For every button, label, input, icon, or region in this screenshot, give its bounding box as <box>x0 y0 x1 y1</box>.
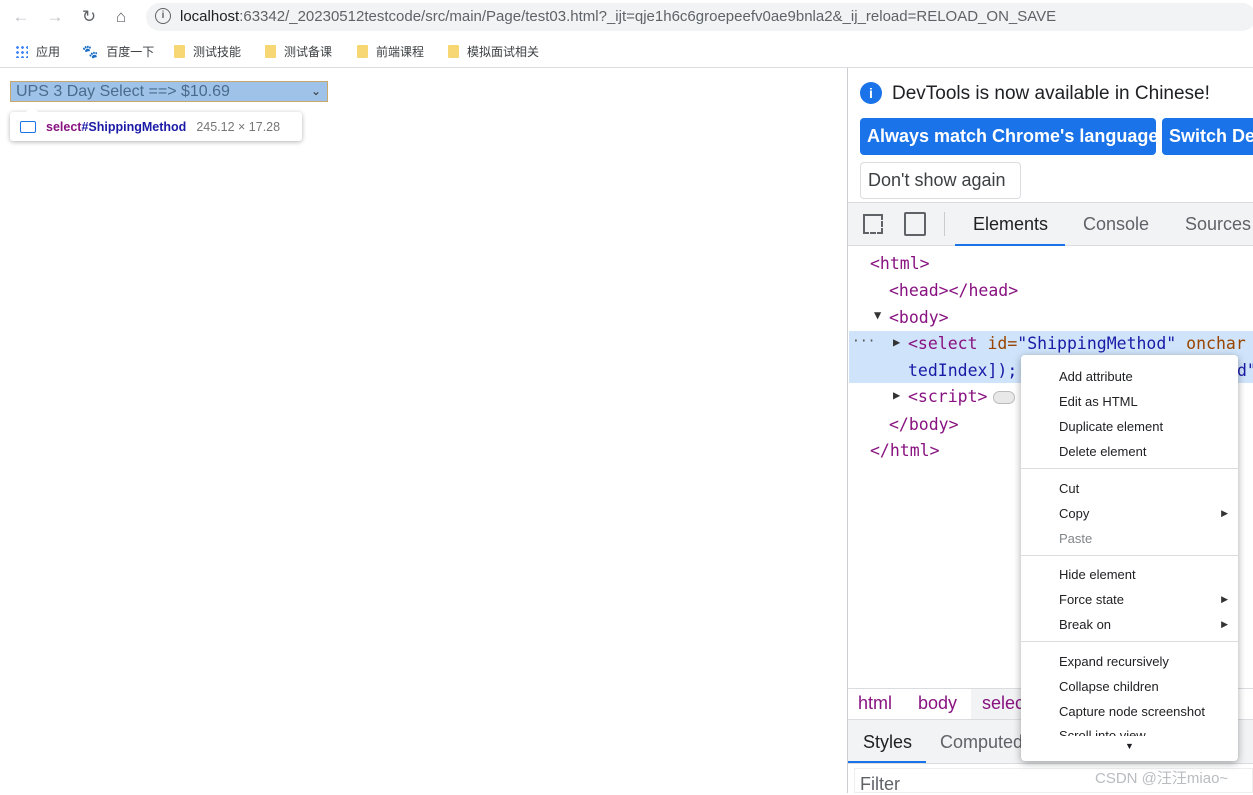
menu-paste: Paste <box>1059 531 1093 546</box>
folder-icon <box>174 45 185 58</box>
bookmark-label: 测试技能 <box>193 45 242 59</box>
menu-separator <box>1021 468 1238 469</box>
bookmark-apps[interactable]: 应用 <box>15 43 60 60</box>
back-icon[interactable]: ← <box>10 6 32 28</box>
menu-force-state[interactable]: Force state <box>1059 592 1124 607</box>
apps-grid-icon <box>15 45 28 58</box>
inspect-tooltip: select#ShippingMethod 245.12 × 17.28 <box>10 106 302 141</box>
attr-name: onchar <box>1176 334 1246 353</box>
dom-head[interactable]: <head></head> <box>889 281 1018 300</box>
menu-expand-recursively[interactable]: Expand recursively <box>1059 654 1169 669</box>
folder-icon <box>357 45 368 58</box>
element-grid-icon <box>20 120 36 133</box>
url-text[interactable]: localhost:63342/_20230512testcode/src/ma… <box>180 8 1056 25</box>
menu-capture-node-screenshot[interactable]: Capture node screenshot <box>1059 704 1205 719</box>
dom-script[interactable]: <script> <box>908 387 987 406</box>
menu-delete-element[interactable]: Delete element <box>1059 444 1146 459</box>
bookmark-label: 百度一下 <box>106 45 155 59</box>
tab-styles[interactable]: Styles <box>863 732 912 753</box>
dom-body-close[interactable]: </body> <box>889 415 959 434</box>
reload-icon[interactable]: ↻ <box>78 6 100 28</box>
breadcrumb-select[interactable]: selec <box>982 693 1024 714</box>
info-circle-icon: i <box>860 82 882 104</box>
menu-separator <box>1021 555 1238 556</box>
menu-collapse-children[interactable]: Collapse children <box>1059 679 1159 694</box>
switch-language-button[interactable]: Switch DevTools to Chinese <box>1162 118 1253 155</box>
menu-edit-as-html[interactable]: Edit as HTML <box>1059 394 1138 409</box>
dom-body-open[interactable]: <body> <box>889 308 949 327</box>
url-path: :63342/_20230512testcode/src/main/Page/t… <box>239 8 1057 25</box>
expand-triangle-icon[interactable]: ▼ <box>874 308 881 322</box>
dom-html-close[interactable]: </html> <box>870 441 940 460</box>
menu-cut[interactable]: Cut <box>1059 481 1079 496</box>
breadcrumb-body[interactable]: body <box>918 693 957 714</box>
tab-elements[interactable]: Elements <box>973 214 1048 235</box>
select-value: UPS 3 Day Select ==> $10.69 <box>16 83 230 100</box>
collapse-triangle-icon[interactable]: ▶ <box>893 388 900 402</box>
tooltip-id: #ShippingMethod <box>81 119 187 134</box>
baidu-paw-icon: 🐾 <box>82 43 99 59</box>
folder-icon <box>448 45 459 58</box>
device-toolbar-icon[interactable] <box>904 212 926 236</box>
forward-icon[interactable]: → <box>44 6 66 28</box>
menu-break-on[interactable]: Break on <box>1059 617 1111 632</box>
match-language-button[interactable]: Always match Chrome's language <box>860 118 1156 155</box>
dom-select-line2: tedIndex]); <box>908 361 1018 380</box>
menu-hide-element[interactable]: Hide element <box>1059 567 1136 582</box>
bookmark-folder-2[interactable]: 测试备课 <box>265 43 332 60</box>
bookmark-folder-3[interactable]: 前端课程 <box>357 43 424 60</box>
tooltip-size: 245.12 × 17.28 <box>196 119 281 134</box>
submenu-arrow-icon: ▶ <box>1221 594 1228 604</box>
tooltip-tag: select <box>46 119 82 134</box>
bookmark-label: 模拟面试相关 <box>467 45 540 59</box>
collapse-triangle-icon[interactable]: ▶ <box>893 335 900 349</box>
menu-duplicate-element[interactable]: Duplicate element <box>1059 419 1163 434</box>
submenu-arrow-icon: ▶ <box>1221 508 1228 518</box>
info-icon[interactable]: i <box>155 8 171 24</box>
inspect-element-icon[interactable] <box>863 214 883 234</box>
submenu-arrow-icon: ▶ <box>1221 619 1228 629</box>
menu-add-attribute[interactable]: Add attribute <box>1059 369 1133 384</box>
shipping-method-select[interactable]: UPS 3 Day Select ==> $10.69 ⌄ <box>10 81 328 102</box>
scroll-down-arrow-icon[interactable]: ▼ <box>1125 741 1134 751</box>
folder-icon <box>265 45 276 58</box>
collapsed-content-icon[interactable] <box>993 391 1015 404</box>
tab-computed[interactable]: Computed <box>940 732 1023 753</box>
attr-name: id= <box>977 334 1018 353</box>
menu-copy[interactable]: Copy <box>1059 506 1089 521</box>
breadcrumb-html[interactable]: html <box>858 693 892 714</box>
context-menu: Add attribute Edit as HTML Duplicate ele… <box>1021 355 1238 761</box>
tooltip-selector: select#ShippingMethod <box>46 120 186 134</box>
menu-separator <box>1021 641 1238 642</box>
bookmark-folder-1[interactable]: 测试技能 <box>174 43 241 60</box>
tab-sources[interactable]: Sources <box>1185 214 1251 235</box>
active-tab-indicator <box>848 761 926 763</box>
bookmark-baidu[interactable]: 🐾 百度一下 <box>82 43 154 60</box>
dom-html-open[interactable]: <html> <box>870 254 930 273</box>
divider <box>944 212 945 236</box>
dom-select-line2-end: d" <box>1237 361 1253 380</box>
active-tab-indicator <box>955 244 1065 246</box>
dont-show-again-button[interactable]: Don't show again <box>860 162 1021 199</box>
menu-scroll-into-view[interactable]: Scroll into view <box>1059 728 1146 736</box>
chevron-down-icon: ⌄ <box>310 84 321 98</box>
watermark: CSDN @汪汪miao~ <box>1095 770 1229 787</box>
tab-console[interactable]: Console <box>1083 214 1149 235</box>
dom-select-line: <select id="ShippingMethod" onchar <box>908 334 1246 353</box>
tag: <select <box>908 334 978 353</box>
bookmark-label: 测试备课 <box>284 45 333 59</box>
bookmark-label: 前端课程 <box>376 45 425 59</box>
attr-value: "ShippingMethod" <box>1017 334 1177 353</box>
bookmark-label: 应用 <box>36 45 61 59</box>
home-icon[interactable]: ⌂ <box>110 6 132 28</box>
more-ellipsis-icon[interactable]: ··· <box>852 334 875 349</box>
infobar-message: DevTools is now available in Chinese! <box>892 83 1210 104</box>
bookmark-folder-4[interactable]: 模拟面试相关 <box>448 43 539 60</box>
url-host: localhost <box>180 8 240 25</box>
